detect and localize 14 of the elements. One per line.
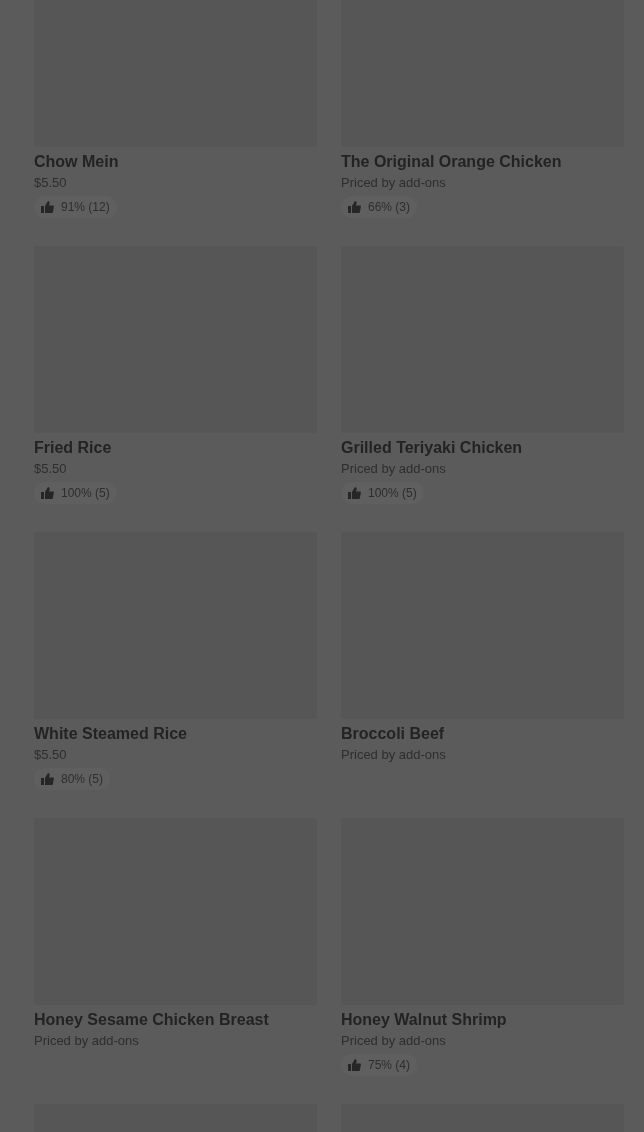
thumbs-up-icon: [348, 1059, 361, 1071]
item-name: White Steamed Rice: [34, 724, 187, 744]
thumbs-up-icon: [348, 487, 361, 499]
item-name: The Original Orange Chicken: [341, 152, 562, 172]
thumbs-up-icon: [41, 773, 54, 785]
item-name: Chow Mein: [34, 152, 119, 172]
item-name: Grilled Teriyaki Chicken: [341, 438, 523, 458]
item-name: Broccoli Beef: [341, 724, 445, 744]
item-name: Honey Sesame Chicken Breast: [34, 1010, 269, 1030]
item-name: Fried Rice: [34, 438, 112, 458]
thumbs-up-icon: [41, 487, 54, 499]
thumbs-up-icon: [41, 201, 54, 213]
thumbs-up-icon: [348, 201, 361, 213]
item-name: Honey Walnut Shrimp: [341, 1010, 507, 1030]
